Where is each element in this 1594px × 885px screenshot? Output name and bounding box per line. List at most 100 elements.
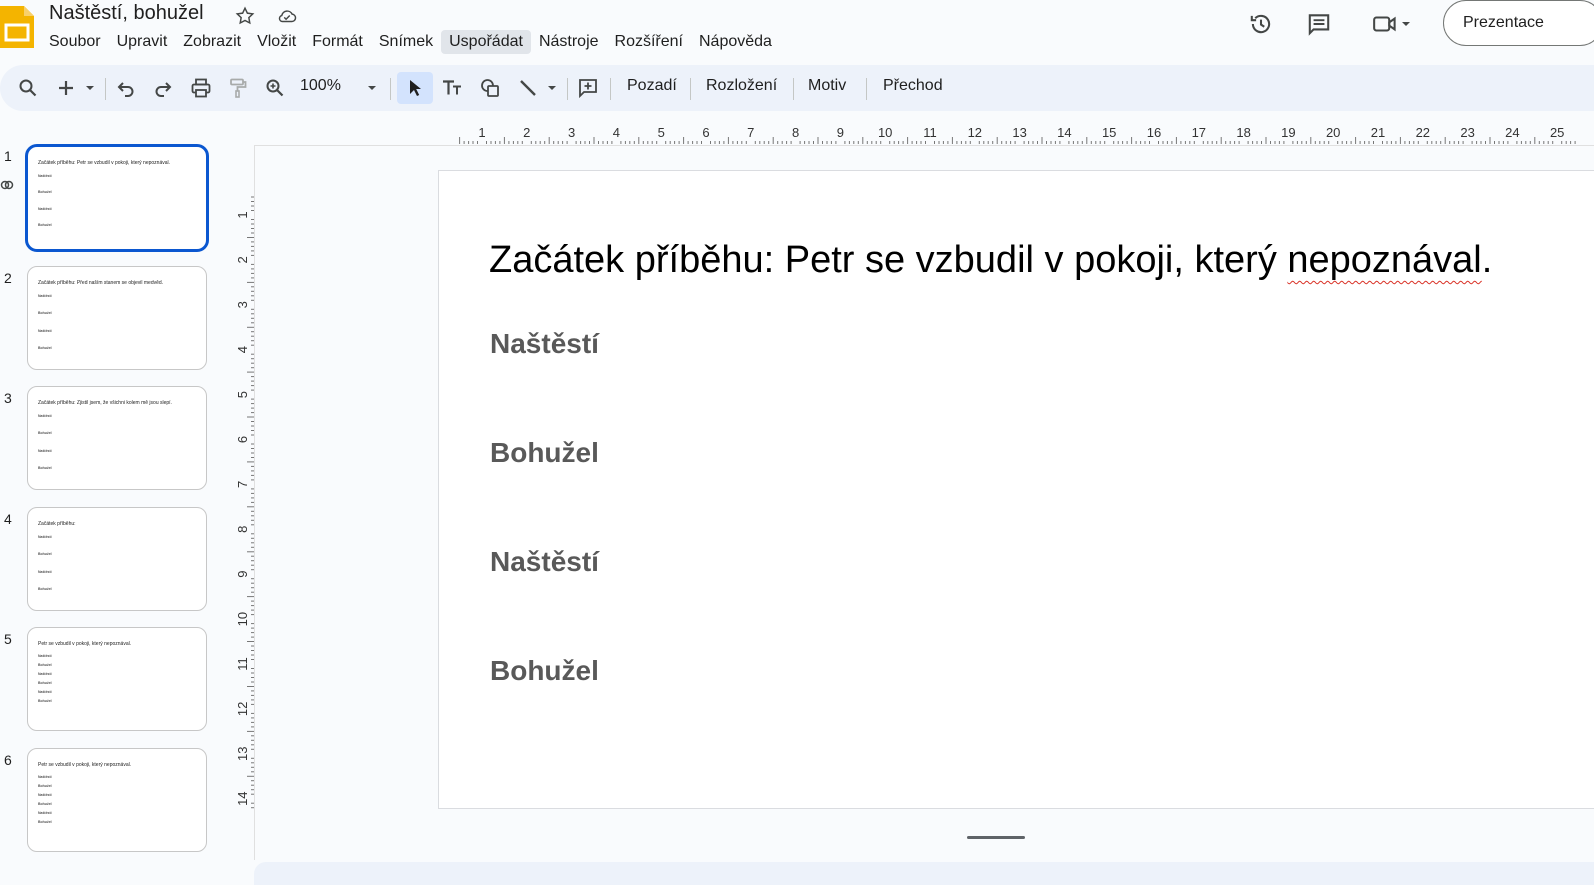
ruler-label: 11 — [235, 657, 250, 671]
toolbar-divider — [690, 78, 691, 100]
text-box-button[interactable] — [438, 72, 466, 104]
ruler-label: 14 — [1057, 125, 1071, 140]
zoom-dropdown[interactable] — [362, 72, 382, 104]
undo-button[interactable] — [112, 72, 140, 104]
print-button[interactable] — [186, 72, 216, 104]
slide-thumbnail[interactable]: Začátek příběhu: Naštěstí Bohužel Naštěs… — [27, 507, 207, 611]
thumbnail-line: Bohužel — [38, 681, 52, 685]
select-tool-button[interactable] — [397, 72, 433, 104]
thumbnail-line: Bohužel — [38, 587, 52, 591]
slide-thumbnail[interactable]: Začátek příběhu: Zjistil jsem, že všichn… — [27, 386, 207, 490]
slide-thumbnail[interactable]: Petr se vzbudil v pokoji, který nepoznáv… — [27, 748, 207, 852]
menu-slide[interactable]: Snímek — [371, 30, 441, 54]
slides-logo-icon[interactable] — [0, 6, 34, 48]
menu-format[interactable]: Formát — [304, 30, 371, 54]
thumbnail-line: Bohužel — [38, 802, 52, 806]
ruler-label: 12 — [968, 125, 982, 140]
thumbnail-line: Bohužel — [38, 190, 52, 194]
slide-thumbnail[interactable]: Začátek příběhu: Před naším stanem se ob… — [27, 266, 207, 370]
link-icon — [0, 180, 14, 190]
menu-file[interactable]: Soubor — [41, 30, 109, 54]
body-line-fortunately[interactable]: Naštěstí — [490, 328, 599, 360]
zoom-level[interactable]: 100% — [300, 77, 341, 95]
thumbnail-line: Bohužel — [38, 820, 52, 824]
speaker-notes-resize-handle[interactable] — [967, 836, 1025, 839]
thumbnail-line: Bohužel — [38, 466, 52, 470]
plus-icon — [59, 81, 73, 95]
thumbnail-line: Naštěstí — [38, 414, 52, 418]
ruler-label: 10 — [878, 125, 892, 140]
redo-button[interactable] — [149, 72, 177, 104]
menu-tools[interactable]: Nástroje — [531, 30, 607, 54]
transition-button[interactable]: Přechod — [883, 77, 943, 95]
slide-canvas[interactable]: Začátek příběhu: Petr se vzbudil v pokoj… — [438, 170, 1594, 809]
thumbnail-line: Naštěstí — [38, 793, 52, 797]
ruler-label: 6 — [702, 125, 709, 140]
thumbnail-title: Začátek příběhu: Zjistil jsem, že všichn… — [38, 400, 172, 406]
star-icon[interactable] — [234, 5, 256, 27]
background-button[interactable]: Pozadí — [627, 77, 677, 95]
ruler-label: 11 — [923, 125, 937, 140]
present-button[interactable]: Prezentace — [1443, 0, 1594, 46]
slide-number: 4 — [4, 511, 12, 527]
cloud-saved-icon[interactable] — [276, 5, 298, 27]
thumbnail-line: Naštěstí — [38, 672, 52, 676]
vertical-ruler[interactable]: 1234567891011121314 — [232, 170, 254, 810]
ruler-label: 10 — [235, 612, 250, 626]
meet-button[interactable] — [1364, 8, 1420, 40]
ruler-label: 1 — [478, 125, 485, 140]
slide-thumbnail[interactable]: Začátek příběhu: Petr se vzbudil v pokoj… — [25, 144, 209, 252]
ruler-label: 25 — [1550, 125, 1564, 140]
menu-arrange[interactable]: Uspořádat — [441, 30, 531, 54]
menu-help[interactable]: Nápověda — [691, 30, 780, 54]
print-icon — [191, 78, 211, 98]
add-comment-button[interactable] — [574, 72, 602, 104]
document-title[interactable]: Naštěstí, bohužel — [49, 2, 204, 25]
menu-extensions[interactable]: Rozšíření — [607, 30, 691, 54]
shapes-icon — [481, 79, 499, 97]
slide-title[interactable]: Začátek příběhu: Petr se vzbudil v pokoj… — [489, 239, 1492, 282]
ruler-label: 15 — [1102, 125, 1116, 140]
body-line-fortunately[interactable]: Naštěstí — [490, 546, 599, 578]
body-line-unfortunately[interactable]: Bohužel — [490, 655, 599, 687]
thumbnail-line: Bohužel — [38, 346, 52, 350]
thumbnail-title: Petr se vzbudil v pokoji, který nepoznáv… — [38, 762, 132, 768]
new-slide-button[interactable] — [52, 72, 80, 104]
slide-number: 5 — [4, 631, 12, 647]
ruler-label: 7 — [747, 125, 754, 140]
menu-view[interactable]: Zobrazit — [175, 30, 249, 54]
ruler-label: 12 — [235, 702, 250, 716]
search-menus-button[interactable] — [12, 72, 44, 104]
comments-button[interactable] — [1301, 8, 1337, 40]
chevron-down-icon — [1402, 22, 1410, 26]
theme-button[interactable]: Motiv — [808, 77, 846, 95]
ruler-label: 21 — [1371, 125, 1385, 140]
slide-number: 2 — [4, 270, 12, 286]
search-icon — [19, 79, 37, 97]
horizontal-ruler[interactable]: 1 2 3 4 5 6 7 8 9 10 11 12 13 14 15 16 17 18 19 20 21 22 23 24 2… — [438, 122, 1594, 144]
shape-button[interactable] — [476, 72, 504, 104]
line-icon — [520, 80, 536, 96]
version-history-button[interactable] — [1243, 8, 1279, 40]
history-icon — [1250, 14, 1271, 34]
layout-button[interactable]: Rozložení — [706, 77, 777, 95]
ruler-label: 1 — [235, 211, 250, 218]
menu-edit[interactable]: Upravit — [109, 30, 176, 54]
body-line-unfortunately[interactable]: Bohužel — [490, 437, 599, 469]
misspelled-word[interactable]: nepoznával — [1287, 239, 1481, 281]
chevron-down-icon — [86, 86, 94, 90]
speaker-notes-bar[interactable] — [254, 862, 1594, 885]
line-tool-button[interactable] — [514, 72, 542, 104]
paint-format-button[interactable] — [224, 72, 252, 104]
zoom-button[interactable] — [261, 72, 289, 104]
ruler-label: 8 — [792, 125, 799, 140]
thumbnail-line: Naštěstí — [38, 775, 52, 779]
redo-icon — [155, 82, 172, 97]
comment-icon — [1308, 14, 1330, 36]
ruler-label: 20 — [1326, 125, 1340, 140]
ruler-label: 22 — [1416, 125, 1430, 140]
line-dropdown[interactable] — [542, 72, 562, 104]
menu-insert[interactable]: Vložit — [249, 30, 304, 54]
slide-thumbnail[interactable]: Petr se vzbudil v pokoji, který nepoznáv… — [27, 627, 207, 731]
new-slide-layout-dropdown[interactable] — [80, 72, 100, 104]
